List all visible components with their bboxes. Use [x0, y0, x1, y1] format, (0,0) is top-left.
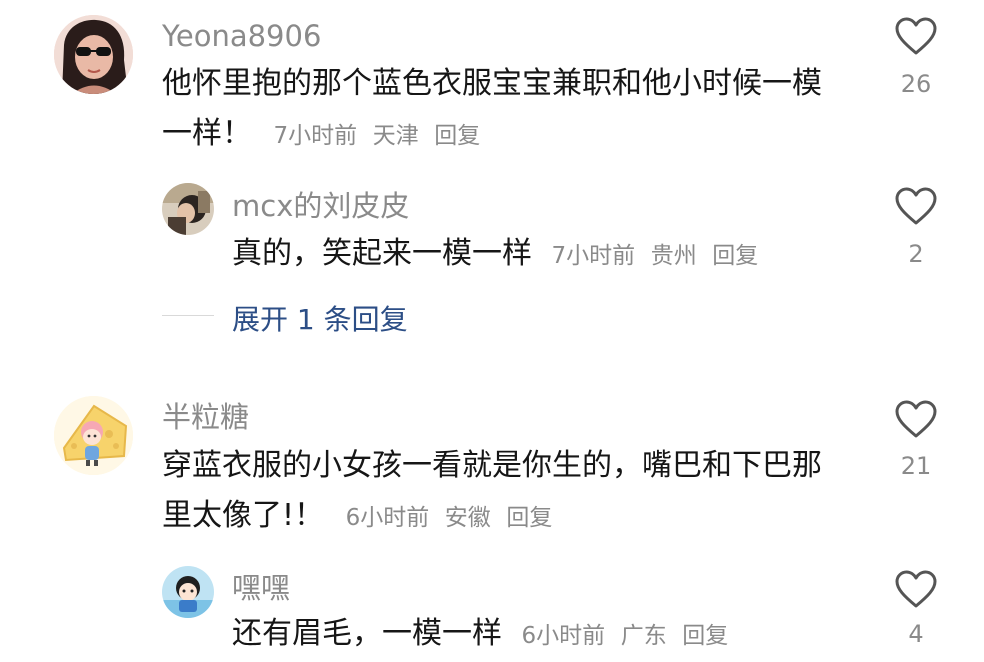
- avatar-image: [54, 396, 133, 475]
- reply-button[interactable]: 回复: [434, 123, 480, 149]
- comment-text-line1: 穿蓝衣服的小女孩一看就是你生的，嘴巴和下巴那: [162, 448, 822, 483]
- avatar[interactable]: [54, 396, 133, 475]
- reply-button[interactable]: 回复: [712, 243, 758, 269]
- like-count: 21: [900, 452, 932, 480]
- comment-username[interactable]: 半粒糖: [162, 399, 249, 435]
- comment-text: 一样！: [162, 116, 252, 151]
- comment-time: 7小时前: [273, 123, 358, 149]
- heart-icon[interactable]: [894, 569, 938, 609]
- like-count: 26: [900, 70, 932, 98]
- comment-time: 6小时前: [345, 505, 430, 531]
- reply-text-line: 真的，笑起来一模一样 7小时前 贵州 回复: [232, 228, 758, 282]
- heart-icon[interactable]: [894, 399, 938, 439]
- reply-location: 广东: [620, 623, 667, 649]
- like-count: 4: [908, 620, 924, 648]
- reply-text: 真的，笑起来一模一样: [232, 236, 532, 271]
- reply-button[interactable]: 回复: [506, 505, 552, 531]
- reply-time: 6小时前: [521, 623, 606, 649]
- comment-text-line2: 一样！ 7小时前 天津 回复: [162, 108, 480, 162]
- avatar[interactable]: [54, 15, 133, 94]
- reply-text-line: 还有眉毛，一模一样 6小时前 广东 回复: [232, 608, 728, 662]
- expand-replies-button[interactable]: 展开 1 条回复: [232, 298, 408, 338]
- reply-username[interactable]: 嘿嘿: [232, 570, 290, 606]
- comment-username[interactable]: Yeona8906: [162, 18, 321, 54]
- reply-button[interactable]: 回复: [682, 623, 728, 649]
- reply-text: 还有眉毛，一模一样: [232, 616, 502, 651]
- reply-time: 7小时前: [551, 243, 636, 269]
- comment-text: 里太像了!！: [162, 498, 325, 533]
- reply-avatar[interactable]: [162, 183, 214, 235]
- reply-username[interactable]: mcx的刘皮皮: [232, 188, 409, 224]
- comment-location: 安徽: [444, 505, 491, 531]
- expand-divider: [162, 315, 214, 316]
- heart-icon[interactable]: [894, 186, 938, 226]
- avatar-image: [162, 183, 214, 235]
- avatar-image: [162, 566, 214, 618]
- reply-avatar[interactable]: [162, 566, 214, 618]
- avatar-image: [54, 15, 133, 94]
- heart-icon[interactable]: [894, 16, 938, 56]
- comment-location: 天津: [372, 123, 419, 149]
- reply-location: 贵州: [650, 243, 697, 269]
- comment-text-line1: 他怀里抱的那个蓝色衣服宝宝兼职和他小时候一模: [162, 66, 822, 101]
- comment-text-line2: 里太像了!！ 6小时前 安徽 回复: [162, 490, 552, 544]
- like-count: 2: [908, 240, 924, 268]
